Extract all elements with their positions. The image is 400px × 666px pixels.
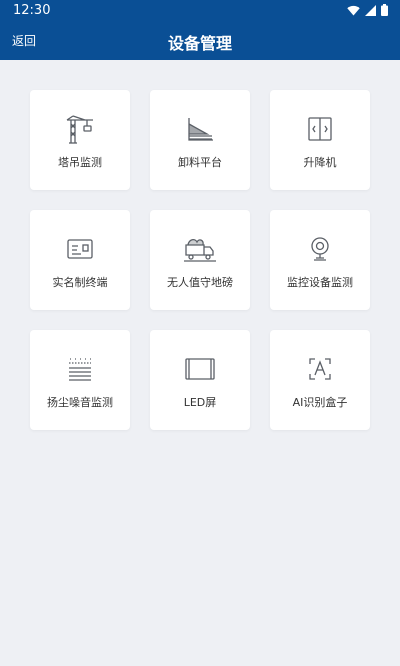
battery-icon — [381, 4, 388, 16]
device-tile-tower-crane[interactable]: 塔吊监测 — [30, 90, 130, 190]
device-label: 实名制终端 — [52, 276, 108, 289]
device-tile-truck-scale[interactable]: 无人值守地磅 — [150, 210, 250, 310]
device-label: 扬尘噪音监测 — [47, 396, 113, 409]
status-bar: 12:30 — [0, 0, 400, 20]
dust-noise-icon — [60, 354, 100, 384]
page-title: 设备管理 — [167, 34, 232, 53]
tower-crane-icon — [60, 114, 100, 144]
status-icons — [347, 4, 388, 16]
camera-icon — [300, 234, 340, 264]
device-label: 卸料平台 — [178, 156, 222, 169]
device-tile-unloading-platform[interactable]: 卸料平台 — [150, 90, 250, 190]
device-tile-led-screen[interactable]: LED屏 — [150, 330, 250, 430]
device-tile-elevator[interactable]: 升降机 — [270, 90, 370, 190]
device-tile-id-terminal[interactable]: 实名制终端 — [30, 210, 130, 310]
id-card-terminal-icon — [60, 234, 100, 264]
device-label: 无人值守地磅 — [167, 276, 233, 289]
unloading-platform-icon — [180, 114, 220, 144]
ai-box-icon — [300, 354, 340, 384]
device-tile-ai-box[interactable]: AI识别盒子 — [270, 330, 370, 430]
signal-icon — [365, 4, 376, 16]
truck-scale-icon — [180, 234, 220, 264]
device-label: 升降机 — [303, 156, 337, 169]
device-label: LED屏 — [183, 396, 217, 409]
device-tile-camera[interactable]: 监控设备监测 — [270, 210, 370, 310]
device-tile-dust-noise[interactable]: 扬尘噪音监测 — [30, 330, 130, 430]
wifi-icon — [347, 5, 360, 15]
device-grid: 塔吊监测 卸料平台 升降机 实名制终端 无人值守地磅 监控设备监测 扬尘噪音监测… — [30, 90, 370, 430]
app-header: 12:30 返回 设备管理 — [0, 0, 400, 60]
device-label: 塔吊监测 — [58, 156, 102, 169]
led-screen-icon — [180, 354, 220, 384]
nav-bar: 返回 设备管理 — [0, 20, 400, 60]
device-label: 监控设备监测 — [287, 276, 353, 289]
elevator-icon — [300, 114, 340, 144]
device-label: AI识别盒子 — [292, 396, 348, 409]
status-time: 12:30 — [13, 2, 51, 18]
